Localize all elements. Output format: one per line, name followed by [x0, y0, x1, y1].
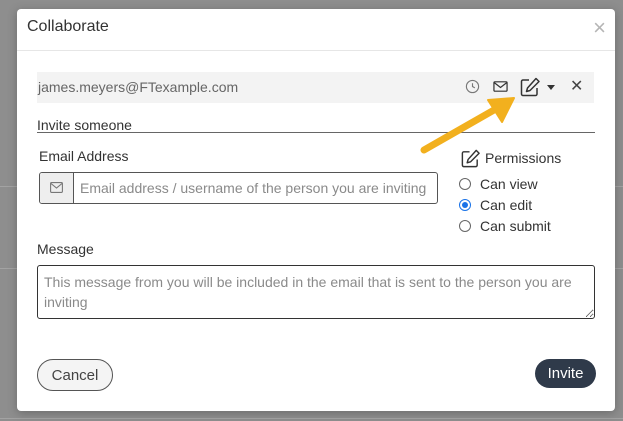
radio-label: Can edit	[480, 197, 533, 213]
clock-icon[interactable]	[465, 79, 480, 94]
radio-label: Can submit	[480, 218, 551, 234]
email-address-label: Email Address	[39, 148, 129, 164]
remove-collaborator-button[interactable]: ✕	[570, 76, 583, 96]
background-divider	[615, 268, 623, 269]
background-divider	[615, 186, 623, 187]
radio-can-view[interactable]	[459, 178, 471, 190]
envelope-icon[interactable]	[493, 80, 508, 93]
invite-section-heading: Invite someone	[37, 117, 132, 133]
annotation-arrow-icon	[420, 97, 515, 154]
email-input-group	[39, 172, 438, 204]
cancel-button[interactable]: Cancel	[37, 359, 113, 391]
radio-can-edit[interactable]	[459, 199, 471, 211]
radio-label: Can view	[480, 176, 538, 192]
envelope-icon	[40, 173, 74, 203]
background-divider	[0, 186, 17, 187]
background-divider	[0, 418, 623, 419]
message-label: Message	[37, 241, 94, 257]
invite-button[interactable]: Invite	[535, 359, 596, 388]
edit-permission-icon[interactable]	[519, 76, 541, 98]
background-divider	[0, 268, 17, 269]
invite-email-input[interactable]	[80, 173, 432, 203]
dialog-header: Collaborate ×	[17, 9, 615, 51]
caret-down-icon[interactable]	[547, 85, 555, 90]
collaborate-dialog: Collaborate × james.meyers@FTexample.com	[17, 9, 615, 411]
collaborator-email: james.meyers@FTexample.com	[38, 79, 239, 95]
message-textarea[interactable]	[37, 265, 595, 319]
close-dialog-button[interactable]: ×	[593, 17, 606, 39]
radio-can-submit[interactable]	[459, 220, 471, 232]
dialog-title: Collaborate	[27, 18, 109, 35]
